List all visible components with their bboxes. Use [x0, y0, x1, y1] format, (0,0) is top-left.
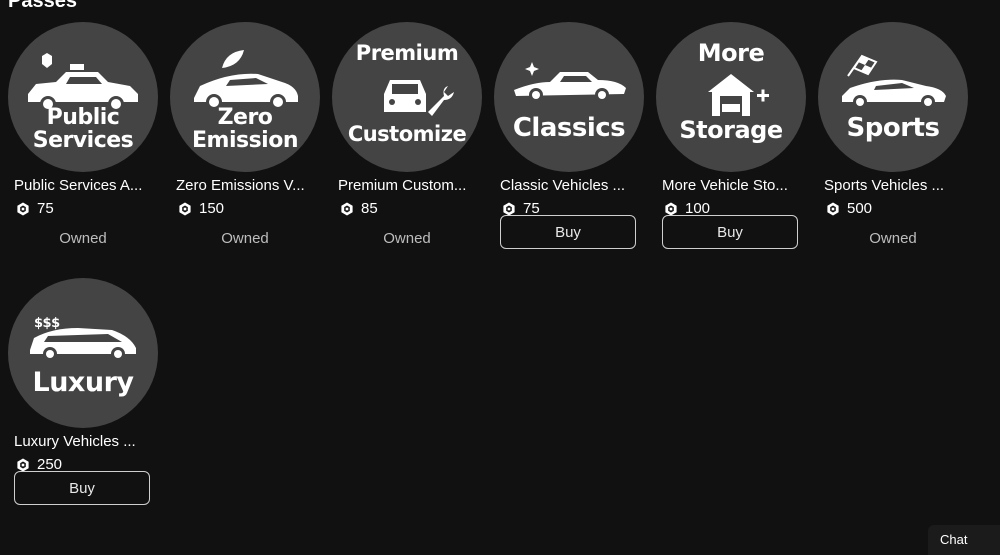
- robux-icon: [17, 458, 29, 471]
- sports-car-flag-icon: [842, 54, 946, 109]
- thumb-line-2: Services: [32, 128, 134, 153]
- owned-label: Owned: [59, 230, 107, 247]
- buy-button[interactable]: Buy: [662, 215, 798, 249]
- owned-label: Owned: [869, 230, 917, 247]
- chat-button[interactable]: Chat: [928, 525, 1000, 555]
- robux-icon: [827, 202, 839, 215]
- pass-thumbnail[interactable]: Premium Customize: [332, 22, 482, 172]
- pass-price: 85: [361, 200, 378, 217]
- pass-thumbnail[interactable]: Classics: [494, 22, 644, 172]
- thumb-line-1: Public: [46, 105, 120, 130]
- pass-price: 75: [37, 200, 54, 217]
- pass-thumbnail[interactable]: Sports: [818, 22, 968, 172]
- robux-icon: [665, 202, 677, 215]
- robux-icon: [17, 202, 29, 215]
- pass-name[interactable]: Luxury Vehicles ...: [14, 433, 159, 450]
- thumb-line-2: Emission: [192, 128, 299, 153]
- thumb-line-1: Zero: [217, 105, 273, 130]
- pass-name[interactable]: Public Services A...: [14, 177, 159, 194]
- classic-car-icon: [514, 62, 626, 102]
- pass-price: 150: [199, 200, 225, 217]
- luxury-car-icon: [30, 328, 136, 361]
- robux-icon: [503, 202, 515, 215]
- pass-thumbnail[interactable]: More Storage: [656, 22, 806, 172]
- pass-name[interactable]: Classic Vehicles ...: [500, 177, 645, 194]
- garage-icon: [708, 74, 769, 116]
- robux-icon: [341, 202, 353, 215]
- owned-label: Owned: [383, 230, 431, 247]
- thumb-line-2: Luxury: [32, 367, 134, 398]
- price-row: 75: [16, 200, 54, 217]
- pass-price: 500: [847, 200, 873, 217]
- pass-name[interactable]: Sports Vehicles ...: [824, 177, 969, 194]
- pass-thumbnail[interactable]: Public Services: [8, 22, 158, 172]
- pass-name[interactable]: More Vehicle Sto...: [662, 177, 807, 194]
- section-title: Passes: [8, 0, 77, 12]
- thumb-line-1: Sports: [846, 113, 940, 143]
- pass-thumbnail[interactable]: Zero Emission: [170, 22, 320, 172]
- buy-button[interactable]: Buy: [14, 471, 150, 505]
- robux-icon: [179, 202, 191, 215]
- thumb-line-2: Customize: [347, 122, 467, 146]
- thumb-line-2: Storage: [679, 116, 783, 144]
- car-wrench-icon: [384, 80, 454, 116]
- price-row: 500: [826, 200, 872, 217]
- owned-label: Owned: [221, 230, 269, 247]
- buy-button[interactable]: Buy: [500, 215, 636, 249]
- pass-name[interactable]: Premium Custom...: [338, 177, 483, 194]
- pass-thumbnail[interactable]: $$$ Luxury: [8, 278, 158, 428]
- price-row: 150: [178, 200, 224, 217]
- price-row: 85: [340, 200, 378, 217]
- thumb-line-1: Classics: [512, 113, 626, 143]
- pass-name[interactable]: Zero Emissions V...: [176, 177, 321, 194]
